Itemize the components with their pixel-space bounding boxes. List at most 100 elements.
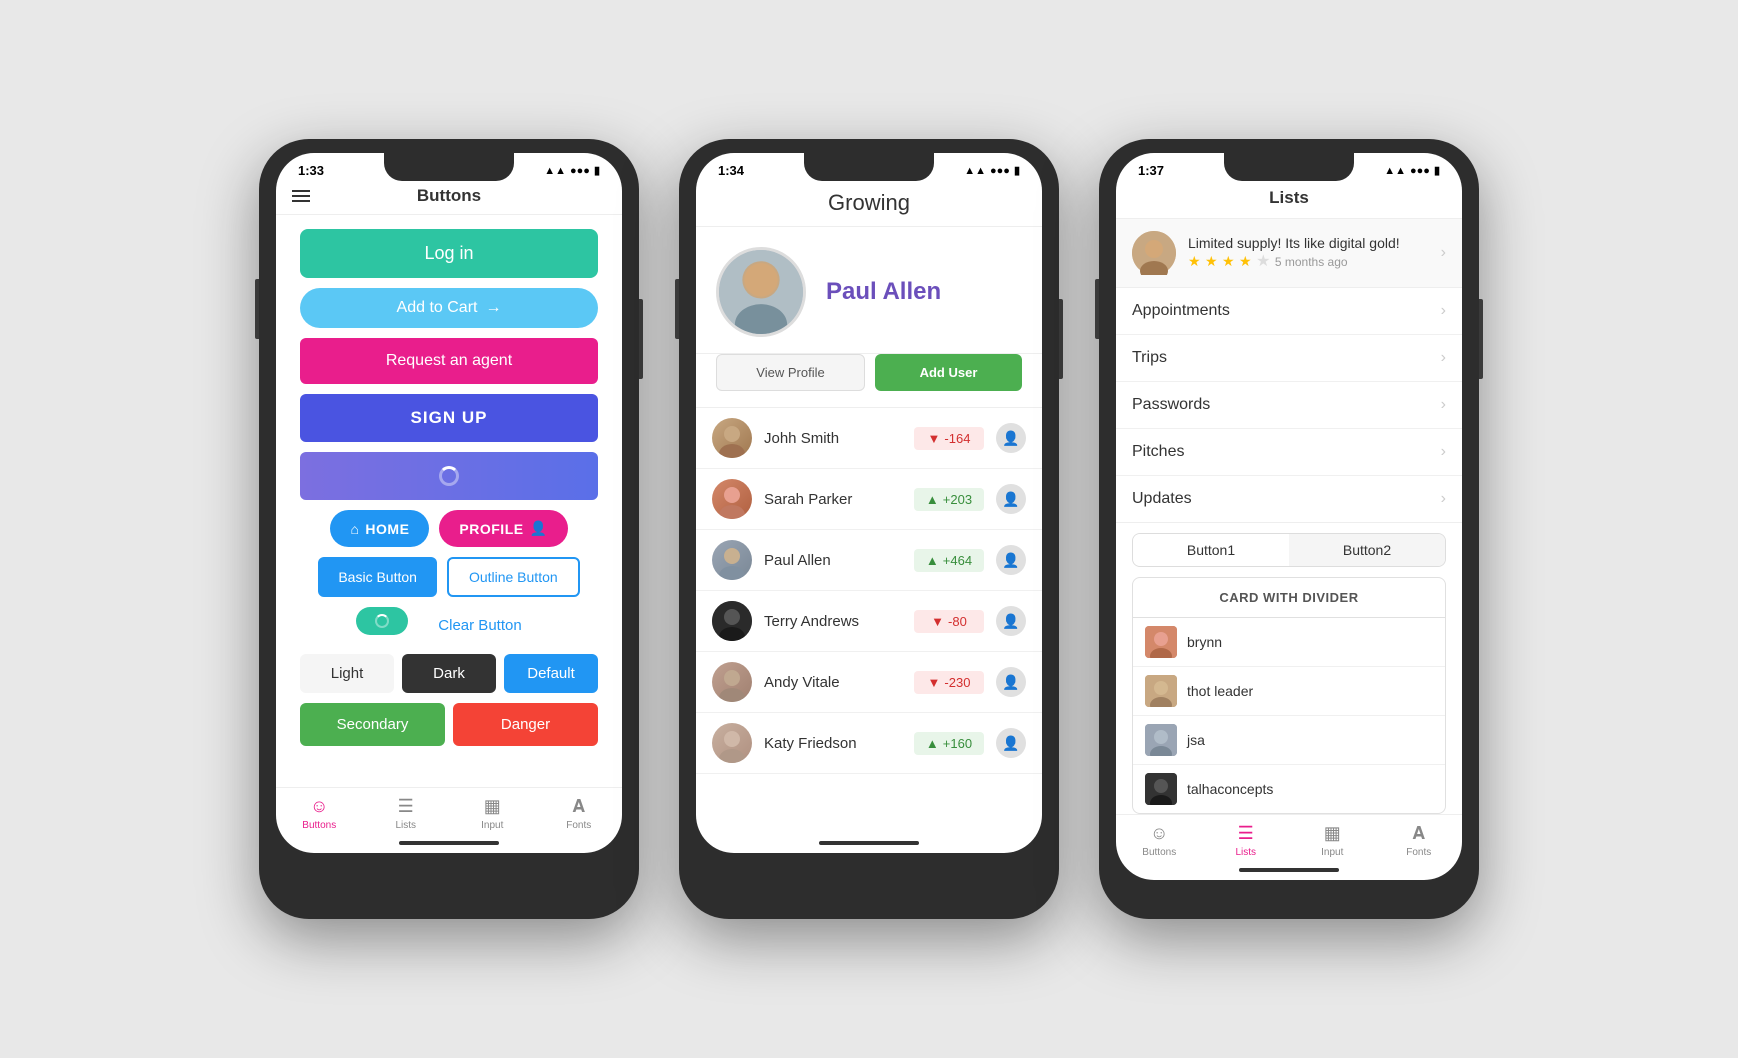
seg-button-2[interactable]: Button2 <box>1289 534 1445 566</box>
seg-button-1[interactable]: Button1 <box>1133 534 1289 566</box>
home-icon: ⌂ <box>350 521 359 537</box>
loading-button[interactable] <box>300 452 598 500</box>
lists-tab-icon: ☰ <box>398 796 414 817</box>
tab-buttons[interactable]: ☺ Buttons <box>276 796 363 831</box>
signal-icon-2: ●●● <box>990 165 1010 177</box>
card-name-jsa: jsa <box>1187 732 1205 748</box>
user-avatar-1 <box>712 418 752 458</box>
home-profile-row: ⌂ HOME PROFILE 👤 <box>300 510 598 547</box>
add-user-button[interactable]: Add User <box>875 354 1022 391</box>
list-item-trips[interactable]: Trips › <box>1116 335 1462 382</box>
user-action-4[interactable]: 👤 <box>996 606 1026 636</box>
promo-item[interactable]: Limited supply! Its like digital gold! ★… <box>1116 219 1462 288</box>
profile-action-buttons: View Profile Add User <box>696 354 1042 408</box>
home-indicator-3 <box>1239 868 1339 872</box>
star-2: ★ <box>1205 253 1218 269</box>
list-item-passwords[interactable]: Passwords › <box>1116 382 1462 429</box>
signal-group-3: ▲▲ ●●● ▮ <box>1384 164 1440 177</box>
light-dark-default-row: Light Dark Default <box>300 654 598 693</box>
wifi-icon-3: ▲▲ <box>1384 165 1406 177</box>
dark-button[interactable]: Dark <box>402 654 496 693</box>
signal-group-2: ▲▲ ●●● ▮ <box>964 164 1020 177</box>
phone-1: 1:33 ▲▲ ●●● ▮ Buttons Log in Add to Cart… <box>259 139 639 919</box>
list-item-pitches[interactable]: Pitches › <box>1116 429 1462 476</box>
profile-label: PROFILE <box>459 521 523 537</box>
tab3-fonts-label: Fonts <box>1406 847 1431 858</box>
phone1-header: Buttons <box>276 182 622 215</box>
promo-text: Limited supply! Its like digital gold! ★… <box>1188 235 1429 271</box>
tab-input[interactable]: ▦ Input <box>449 796 536 831</box>
promo-chevron: › <box>1441 244 1446 262</box>
user-action-6[interactable]: 👤 <box>996 728 1026 758</box>
home-button[interactable]: ⌂ HOME <box>330 510 429 547</box>
arrow-icon: → <box>485 299 501 317</box>
card-name-brynn: brynn <box>1187 634 1222 650</box>
profile-name: Paul Allen <box>826 278 1022 306</box>
appointments-chevron: › <box>1441 302 1446 320</box>
signal-icon: ●●● <box>570 165 590 177</box>
card-item-thot: thot leader <box>1133 667 1445 716</box>
danger-button[interactable]: Danger <box>453 703 598 746</box>
score-arrow-up-2: ▲ <box>926 492 939 507</box>
login-button[interactable]: Log in <box>300 229 598 278</box>
tab3-fonts[interactable]: 𝐀 Fonts <box>1376 823 1463 858</box>
hamburger-menu[interactable] <box>292 187 310 205</box>
score-arrow-up-3: ▲ <box>926 553 939 568</box>
basic-button[interactable]: Basic Button <box>318 557 437 597</box>
tab3-input[interactable]: ▦ Input <box>1289 823 1376 858</box>
phone-1-screen: 1:33 ▲▲ ●●● ▮ Buttons Log in Add to Cart… <box>276 153 622 853</box>
user-item: Katy Friedson ▲ +160 👤 <box>696 713 1042 774</box>
tab-fonts-label: Fonts <box>566 820 591 831</box>
default-button[interactable]: Default <box>504 654 598 693</box>
lists-header: Lists <box>1116 182 1462 219</box>
tab3-lists[interactable]: ☰ Lists <box>1203 823 1290 858</box>
profile-avatar <box>716 247 806 337</box>
tab-fonts[interactable]: 𝐀 Fonts <box>536 796 623 831</box>
card-avatar-talha <box>1145 773 1177 805</box>
tab-lists[interactable]: ☰ Lists <box>363 796 450 831</box>
tab3-lists-icon: ☰ <box>1238 823 1254 844</box>
score-badge-6: ▲ +160 <box>914 732 984 755</box>
toggle-clear-row: Clear Button <box>300 607 598 644</box>
user-item: Terry Andrews ▼ -80 👤 <box>696 591 1042 652</box>
user-action-3[interactable]: 👤 <box>996 545 1026 575</box>
wifi-icon-2: ▲▲ <box>964 165 986 177</box>
phone-3-screen: 1:37 ▲▲ ●●● ▮ Lists Limited supply! Its … <box>1116 153 1462 880</box>
light-button[interactable]: Light <box>300 654 394 693</box>
tab3-buttons[interactable]: ☺ Buttons <box>1116 823 1203 858</box>
user-action-5[interactable]: 👤 <box>996 667 1026 697</box>
list-item-appointments[interactable]: Appointments › <box>1116 288 1462 335</box>
view-profile-button[interactable]: View Profile <box>716 354 865 391</box>
user-item: Paul Allen ▲ +464 👤 <box>696 530 1042 591</box>
star-4: ★ <box>1239 253 1252 269</box>
time-1: 1:33 <box>298 163 324 178</box>
basic-outline-row: Basic Button Outline Button <box>300 557 598 597</box>
signal-group-1: ▲▲ ●●● ▮ <box>544 164 600 177</box>
add-to-cart-button[interactable]: Add to Cart → <box>300 288 598 328</box>
request-agent-button[interactable]: Request an agent <box>300 338 598 384</box>
list-item-updates[interactable]: Updates › <box>1116 476 1462 522</box>
outline-button[interactable]: Outline Button <box>447 557 580 597</box>
profile-button[interactable]: PROFILE 👤 <box>439 510 567 547</box>
score-arrow-down-1: ▼ <box>928 431 941 446</box>
star-3: ★ <box>1222 253 1235 269</box>
profile-section: Paul Allen <box>696 227 1042 354</box>
user-avatar-3 <box>712 540 752 580</box>
user-action-1[interactable]: 👤 <box>996 423 1026 453</box>
user-avatar-4 <box>712 601 752 641</box>
secondary-button[interactable]: Secondary <box>300 703 445 746</box>
user-action-2[interactable]: 👤 <box>996 484 1026 514</box>
clear-button[interactable]: Clear Button <box>418 607 541 644</box>
card-item-talha: talhaconcepts <box>1133 765 1445 813</box>
lists-title: Lists <box>1269 188 1309 207</box>
trips-label: Trips <box>1132 349 1441 367</box>
tab3-buttons-label: Buttons <box>1142 847 1176 858</box>
battery-icon-2: ▮ <box>1014 164 1020 177</box>
score-badge-4: ▼ -80 <box>914 610 984 633</box>
secondary-danger-row: Secondary Danger <box>300 703 598 746</box>
toggle-button[interactable] <box>356 607 408 635</box>
user-list: Johh Smith ▼ -164 👤 Sarah Parker ▲ +203 … <box>696 408 1042 835</box>
signup-button[interactable]: SIGN UP <box>300 394 598 442</box>
score-badge-2: ▲ +203 <box>914 488 984 511</box>
score-badge-3: ▲ +464 <box>914 549 984 572</box>
